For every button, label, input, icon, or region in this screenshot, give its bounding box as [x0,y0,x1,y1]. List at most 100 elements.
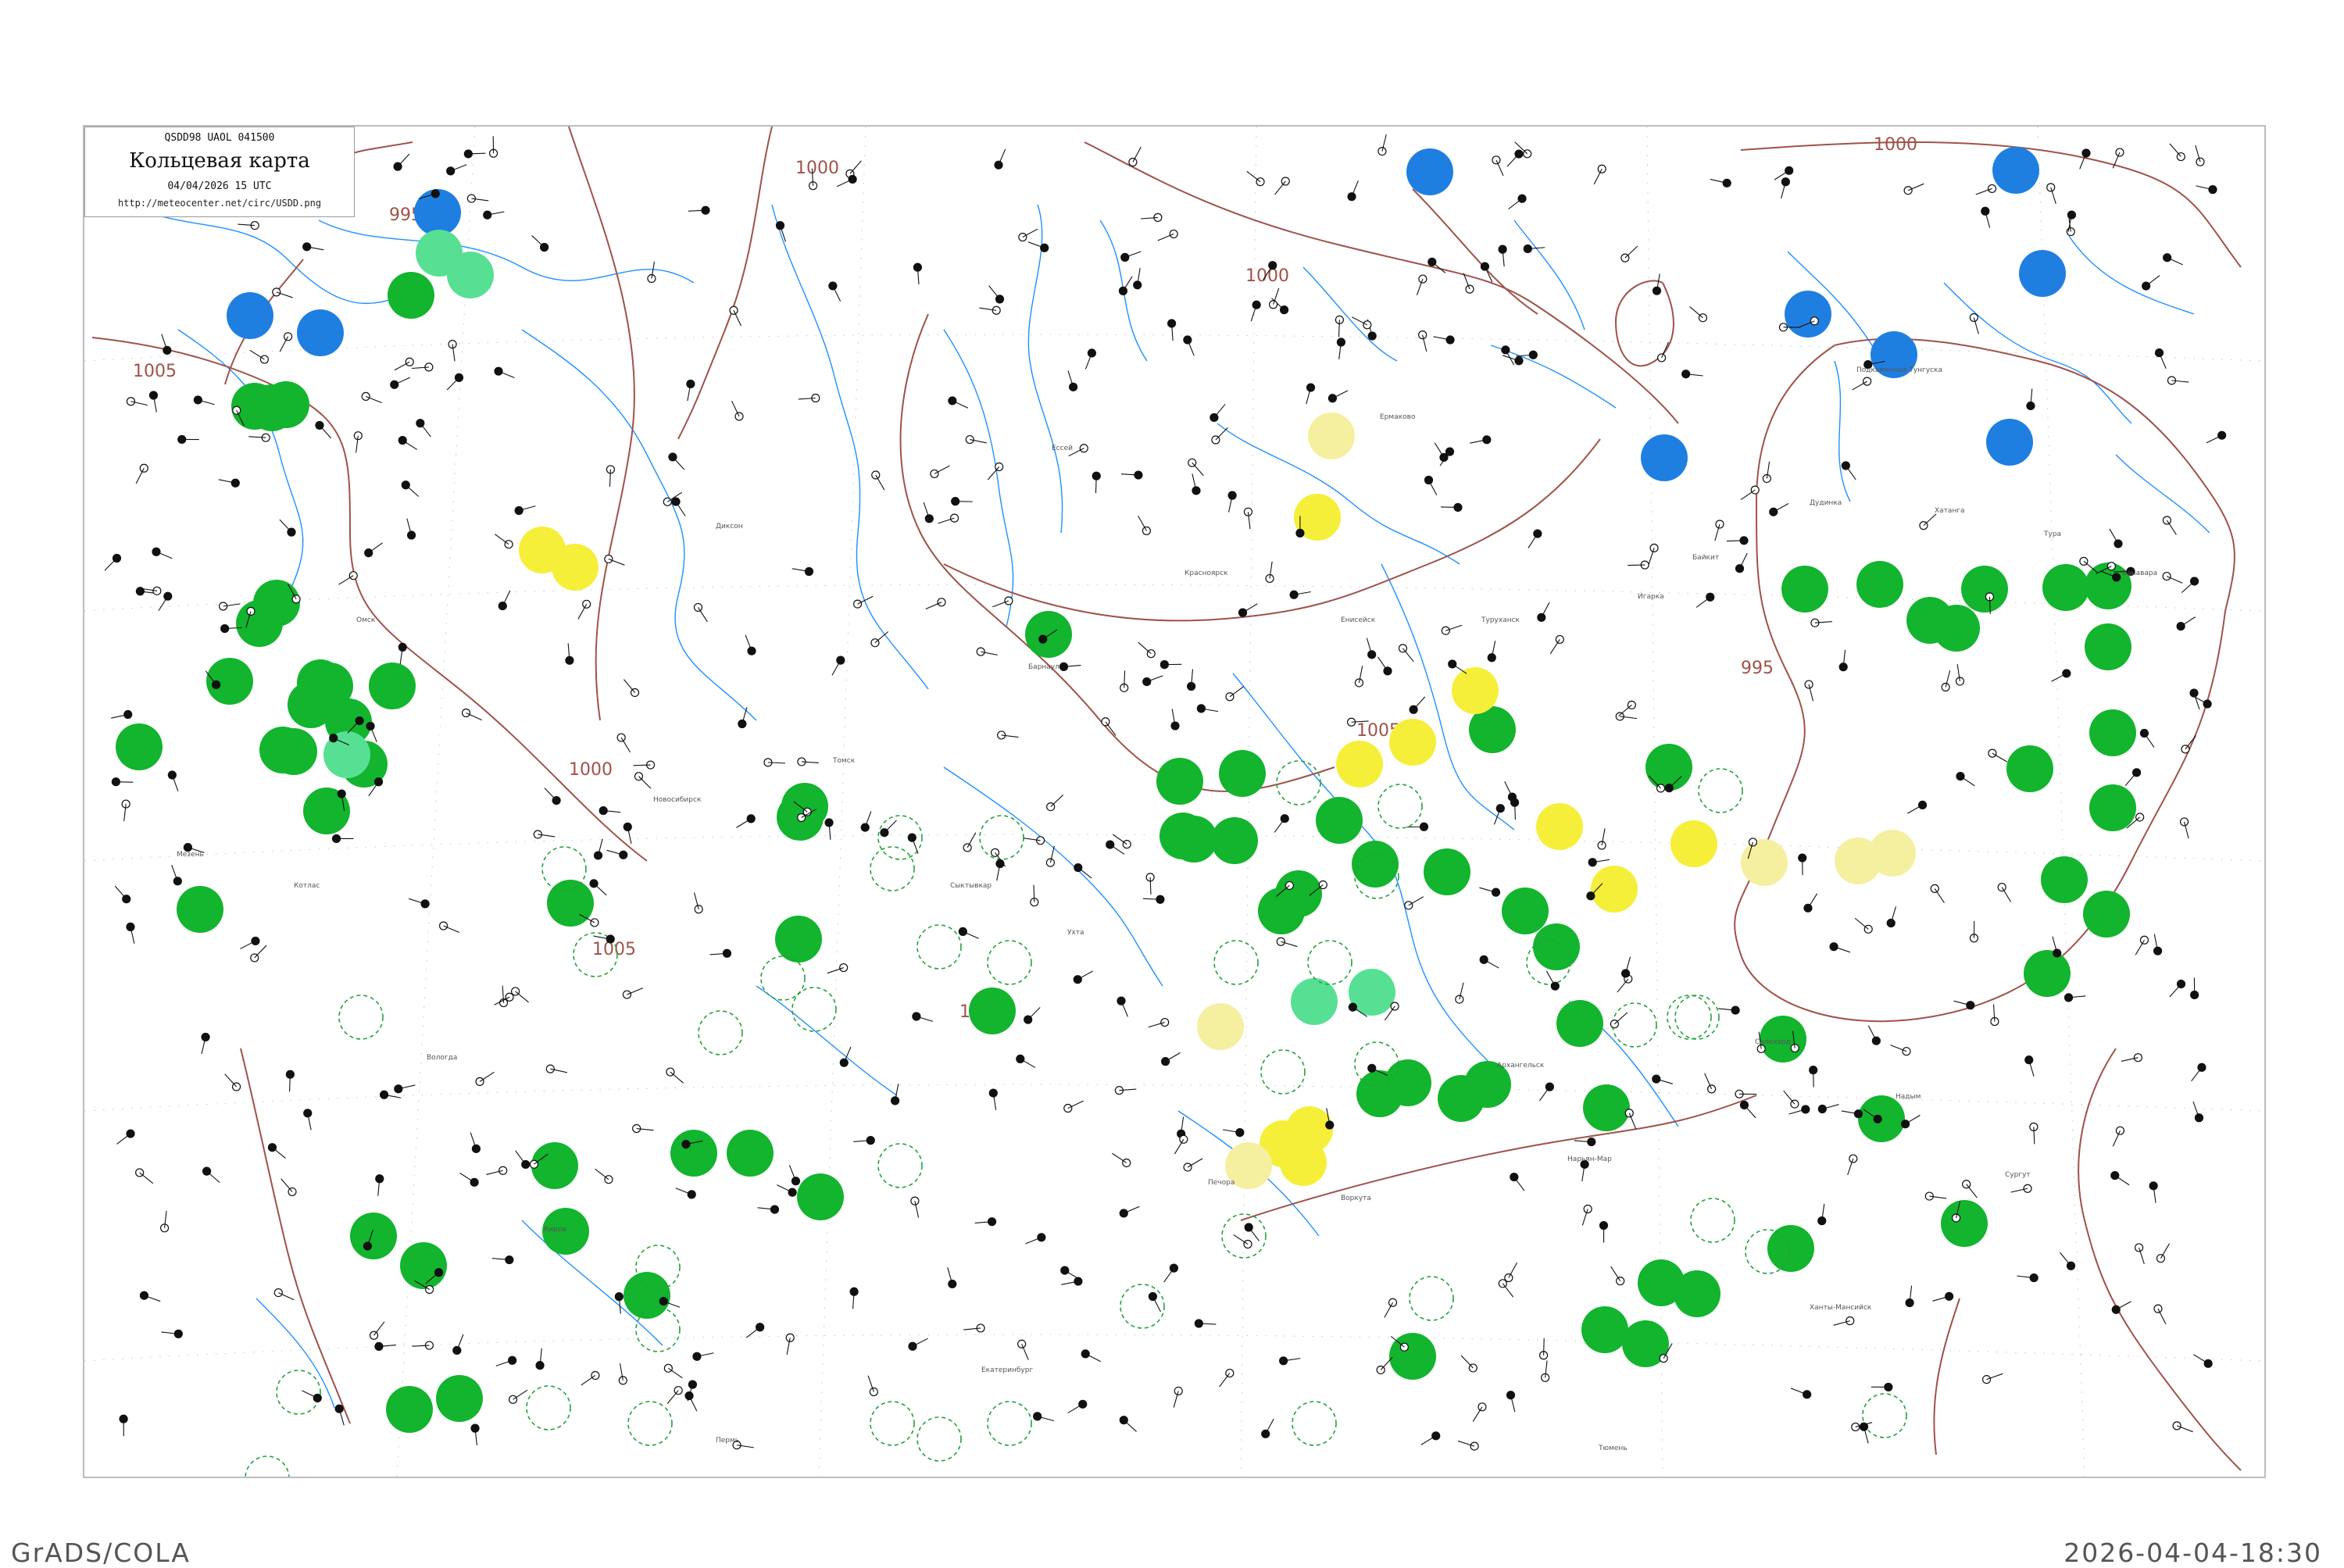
isobar-label: 995 [1741,659,1774,678]
wind-barb [1133,147,1141,162]
wind-barb [1065,1270,1080,1279]
station-marker-ring [1214,941,1258,984]
station-marker-ring [1699,769,1742,813]
station-dot [1751,486,1759,494]
wind-barb [699,607,708,622]
station-marker-green [1581,1306,1628,1353]
wind-barb [513,1390,527,1399]
station-marker-green [350,1213,397,1259]
station-name: Киров [544,1226,566,1234]
wind-barb [460,1173,475,1182]
isobar-label: 1000 [795,159,839,178]
wind-barb [1744,1105,1756,1117]
wind-barb [1332,391,1348,398]
station-marker-yellow [1670,820,1717,867]
station-marker-green [177,886,223,933]
station-marker-green [1219,750,1266,797]
station-marker-blue [1986,419,2033,466]
wind-barb [1509,198,1522,209]
station-marker-green [388,272,434,319]
station-marker-ring [988,1402,1031,1445]
station-dot [1931,884,1938,892]
wind-barb [1907,805,1922,813]
wind-barb [1112,1153,1126,1163]
station-marker-green [1258,888,1305,934]
station-name: Игарка [1638,593,1664,601]
station-marker-green [670,1130,717,1177]
isobar-label: 1000 [569,760,613,780]
wind-barb [2160,1244,2169,1259]
station-marker-green [727,1130,774,1177]
station-dot [1919,801,1927,809]
wind-barb [1020,1059,1035,1067]
wind-barb [1924,514,1936,526]
station-marker-ring [761,956,805,1000]
station-name: Тюмень [1598,1445,1628,1452]
station-name: Сыктывкар [950,882,992,890]
wind-barb [1249,1227,1259,1241]
station-marker-lightgreen [447,252,494,298]
wind-barb [1846,466,1856,480]
synoptic-map: 995 1000 1005 1000 1005 1000 1005 995 10… [84,127,2264,1477]
station-labels: АрхангельскНарьян-МарСыктывкарУхтаПечора… [177,366,2157,1477]
wind-barb [281,1179,292,1192]
station-name: Туруханск [1481,616,1520,624]
station-marker-green [1352,841,1399,888]
wind-barb [1152,1296,1160,1312]
wind-barb [272,1148,285,1159]
bulletin-header: QSDD98 UAOL 041500 [85,132,354,144]
station-dot [1281,815,1288,823]
wind-barb [594,884,606,895]
wind-barb [1409,897,1424,905]
station-marker-ring [1292,1402,1336,1445]
wind-barb [736,819,751,827]
wind-barb [1274,819,1285,833]
station-marker-green [1781,566,1828,613]
wind-barb [1992,753,2007,762]
station-marker-green [369,663,416,709]
station-marker-ring [1308,941,1352,984]
station-name: Вологда [427,1054,457,1062]
station-name: Салехард [1755,1038,1791,1046]
station-markers [116,127,2136,1477]
station-marker-paleyellow [1869,830,1916,877]
station-marker-green [236,600,283,647]
station-name: Воркута [1341,1195,1371,1202]
wind-barb [2110,529,2118,544]
station-name: Барнаул [1028,663,1059,671]
wind-barb [578,604,587,619]
wind-barb [1275,181,1286,195]
station-dot [431,190,439,198]
wind-barb [1138,516,1147,530]
station-marker-green [2089,709,2136,756]
wind-barb [2002,888,2010,902]
station-marker-paleyellow [1197,1003,1244,1050]
station-marker-green [2006,745,2053,792]
station-name: Хатанга [1935,507,1965,515]
source-url: http://meteocenter.net/circ/USDD.png [85,198,354,209]
wind-barb [1505,781,1513,797]
wind-barb [1611,1266,1620,1280]
station-marker-yellow [1591,866,1638,913]
map-title: Кольцевая карта [85,149,354,173]
station-dot [231,479,239,487]
wind-barb [1164,1268,1174,1282]
wind-barb [468,153,485,154]
station-marker-ring [628,1402,672,1445]
station-marker-ring [878,1144,922,1188]
wind-barb [1413,697,1425,709]
station-marker-ring [1378,784,1422,828]
station-dot [163,346,171,354]
station-dot [260,355,268,363]
wind-barb [480,1072,494,1081]
wind-barb [402,441,417,450]
station-marker-green [116,723,163,770]
wind-barb [934,466,949,473]
station-marker-ring [792,988,836,1031]
isobar-label: 1000 [1874,135,1917,155]
wind-barb [746,1327,759,1338]
wind-barb [1784,1091,1795,1104]
wind-barb [2193,1355,2208,1364]
wind-barb [374,1322,384,1335]
wind-barb [1429,480,1437,495]
